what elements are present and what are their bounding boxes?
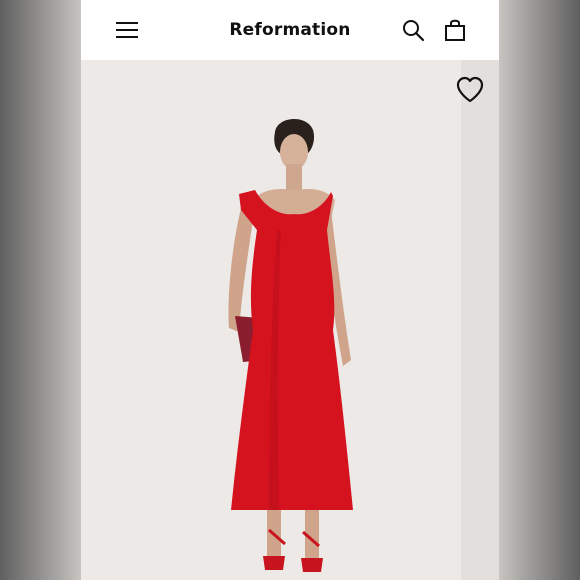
app-screen: Reformation [81,0,499,580]
next-image-preview[interactable] [461,60,499,580]
brand-logo[interactable]: Reformation [229,20,350,40]
product-image[interactable] [81,60,499,580]
hamburger-menu-icon[interactable] [113,16,141,44]
left-backdrop [0,0,81,580]
model-wearing-red-dress [228,118,353,572]
top-navigation-bar: Reformation [81,0,499,60]
heart-icon[interactable] [455,76,485,104]
right-backdrop [499,0,580,580]
search-icon[interactable] [399,16,427,44]
shopping-bag-icon[interactable] [441,16,469,44]
